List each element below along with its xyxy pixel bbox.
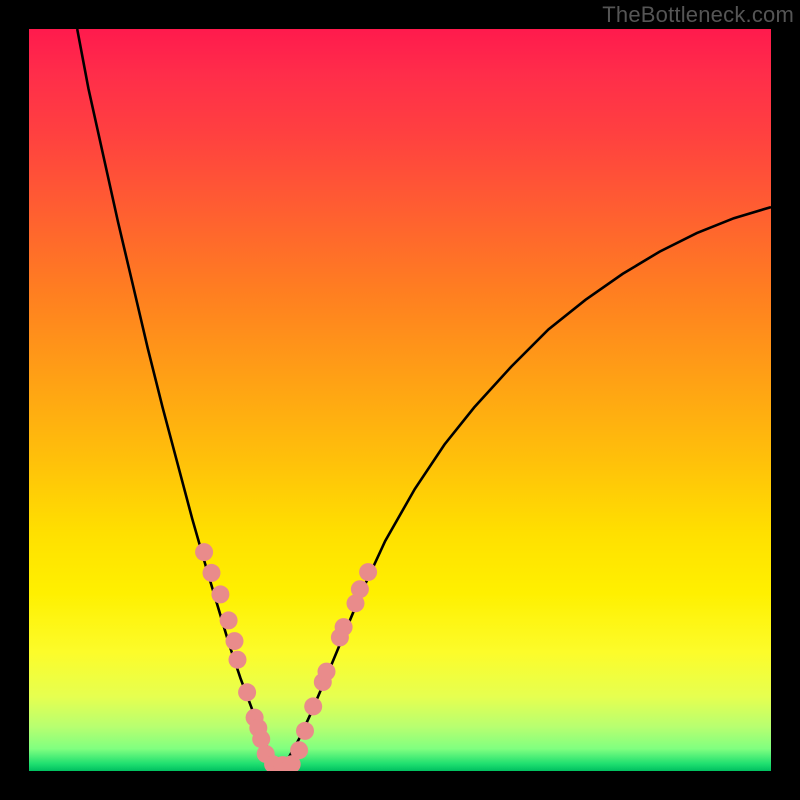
curve-right-branch [280,207,771,766]
chart-svg [29,29,771,771]
data-point-marker [211,585,229,603]
data-point-marker [220,611,238,629]
data-point-marker [318,663,336,681]
curve-left-branch [77,29,280,767]
data-point-marker [296,722,314,740]
data-point-marker [359,563,377,581]
data-point-marker [290,741,308,759]
data-point-marker [351,580,369,598]
data-point-marker [238,683,256,701]
data-point-marker [226,632,244,650]
plot-area [29,29,771,771]
data-markers [195,543,377,771]
watermark-text: TheBottleneck.com [602,2,794,28]
data-point-marker [335,618,353,636]
data-point-marker [195,543,213,561]
data-point-marker [203,564,221,582]
data-point-marker [229,651,247,669]
data-point-marker [304,697,322,715]
chart-frame: TheBottleneck.com [0,0,800,800]
